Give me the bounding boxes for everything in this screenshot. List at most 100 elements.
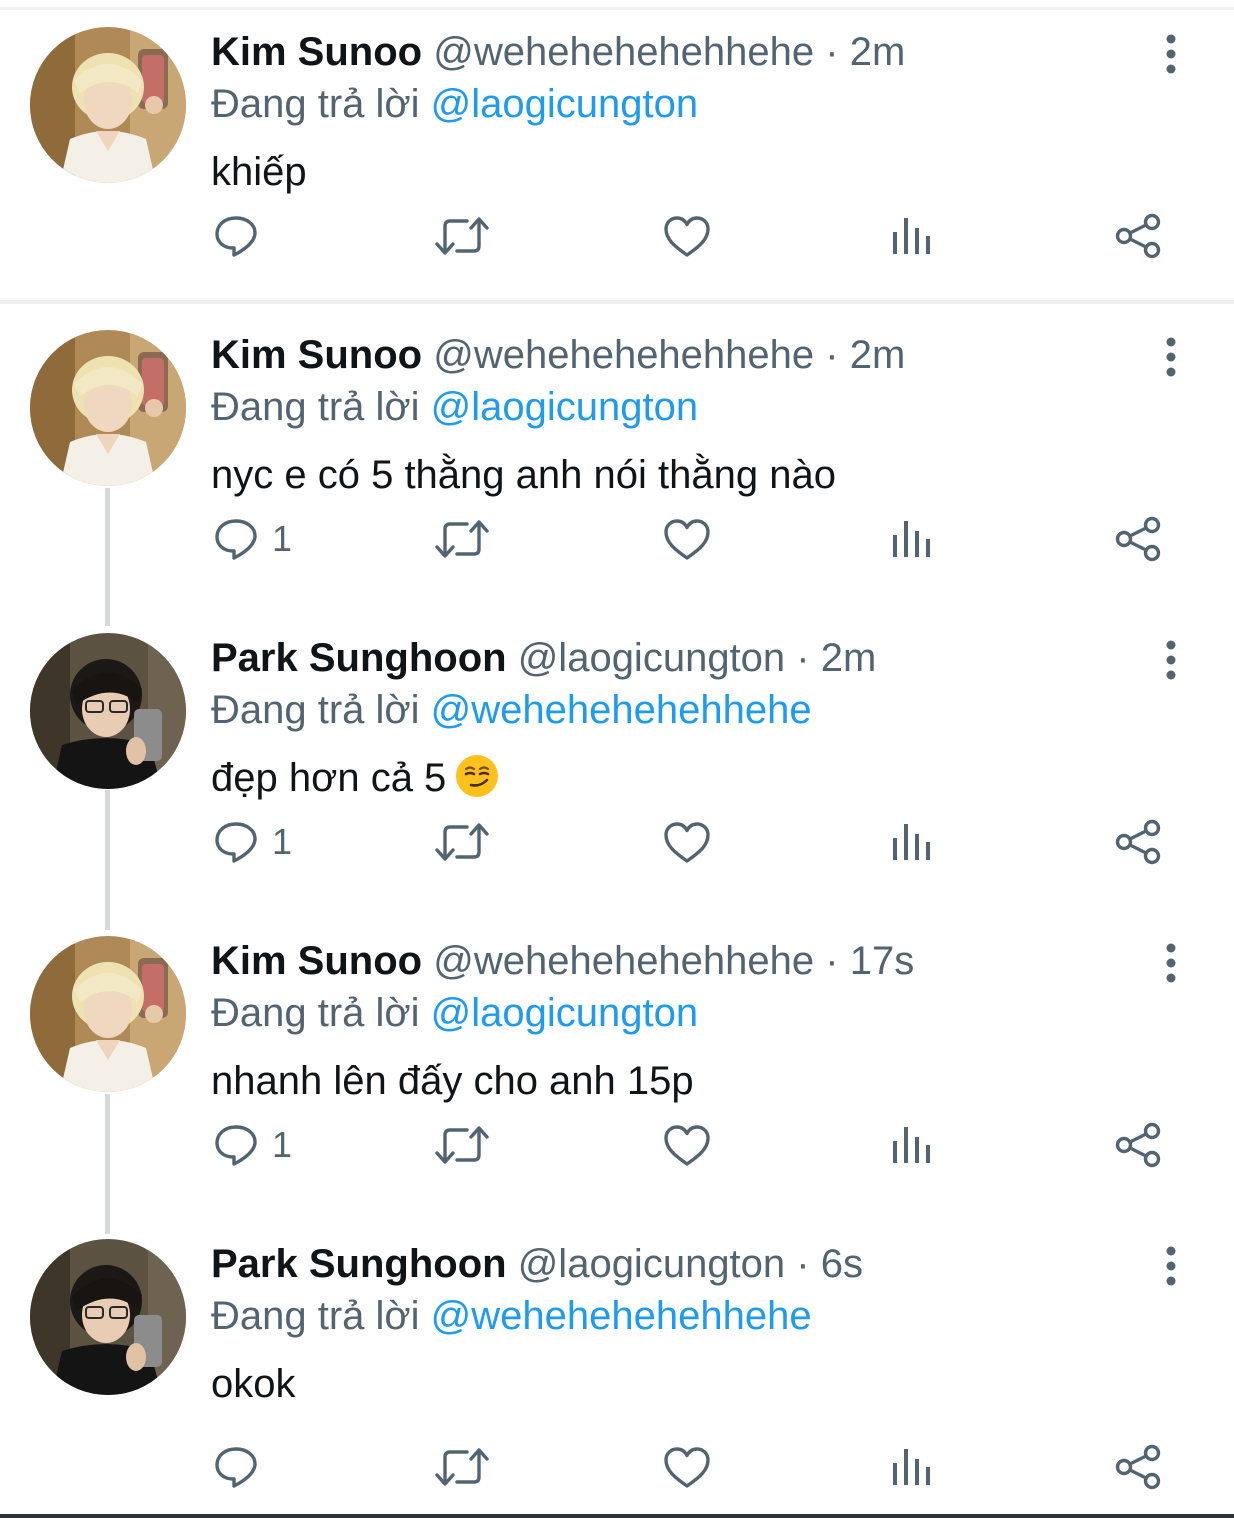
tweet[interactable]: Park Sunghoon @laogicungton · 2m Đang tr… xyxy=(0,606,1234,906)
user-handle[interactable]: @laogicungton xyxy=(518,1242,785,1286)
views-button[interactable] xyxy=(890,812,934,872)
like-button[interactable] xyxy=(662,206,712,266)
mention-link[interactable]: @wehehehehehhehe xyxy=(431,1294,812,1338)
timestamp[interactable]: 2m xyxy=(850,30,906,74)
like-icon xyxy=(662,819,712,865)
retweet-button[interactable] xyxy=(434,1115,490,1175)
tweet-text-content: đẹp hơn cả 5 xyxy=(211,756,447,800)
views-button[interactable] xyxy=(890,1115,934,1175)
share-icon xyxy=(1114,1121,1162,1169)
timestamp[interactable]: 6s xyxy=(821,1242,863,1286)
retweet-button[interactable] xyxy=(434,509,490,569)
tweet-text: khiếp xyxy=(211,150,307,194)
action-bar xyxy=(0,1437,1234,1497)
tweet[interactable]: Kim Sunoo @wehehehehehhehe · 17s Đang tr… xyxy=(0,909,1234,1209)
replying-to-label: Đang trả lời xyxy=(211,991,420,1035)
user-handle[interactable]: @wehehehehehhehe xyxy=(433,333,814,377)
reply-button[interactable]: 1 xyxy=(212,1115,292,1175)
timestamp[interactable]: 17s xyxy=(850,939,915,983)
separator: · xyxy=(796,1242,810,1286)
reply-button[interactable] xyxy=(212,1437,272,1497)
views-icon xyxy=(890,214,934,258)
tweet-text: nyc e có 5 thằng anh nói thằng nào xyxy=(211,453,836,497)
tweet-header: Park Sunghoon @laogicungton · 2m xyxy=(211,632,876,684)
user-handle[interactable]: @wehehehehehhehe xyxy=(433,939,814,983)
like-icon xyxy=(662,1444,712,1490)
mention-link[interactable]: @wehehehehehhehe xyxy=(431,688,812,732)
reply-button[interactable]: 1 xyxy=(212,812,292,872)
like-icon xyxy=(662,516,712,562)
blonde-avatar xyxy=(30,936,186,1092)
reply-button[interactable] xyxy=(212,206,272,266)
reply-icon xyxy=(212,1443,260,1491)
avatar[interactable] xyxy=(30,1239,186,1395)
more-options-icon[interactable] xyxy=(1154,638,1188,682)
user-handle[interactable]: @laogicungton xyxy=(518,636,785,680)
dark-hair-avatar xyxy=(30,633,186,789)
tweet-text: okok xyxy=(211,1362,296,1406)
like-button[interactable] xyxy=(662,1437,712,1497)
views-button[interactable] xyxy=(890,1437,934,1497)
tweet-text: nhanh lên đấy cho anh 15p xyxy=(211,1059,694,1103)
like-button[interactable] xyxy=(662,509,712,569)
separator: · xyxy=(825,939,839,983)
share-button[interactable] xyxy=(1114,1115,1162,1175)
views-icon xyxy=(890,1445,934,1489)
retweet-icon xyxy=(434,212,490,260)
tweet[interactable]: Kim Sunoo @wehehehehehhehe · 2m Đang trả… xyxy=(0,303,1234,603)
replying-to: Đang trả lời @laogicungton xyxy=(211,78,698,130)
display-name[interactable]: Park Sunghoon xyxy=(211,1242,507,1286)
display-name[interactable]: Kim Sunoo xyxy=(211,939,422,983)
more-options-icon[interactable] xyxy=(1154,941,1188,985)
more-options-icon[interactable] xyxy=(1154,32,1188,76)
reply-icon xyxy=(212,515,260,563)
like-icon xyxy=(662,213,712,259)
share-button[interactable] xyxy=(1114,812,1162,872)
tweet-header: Kim Sunoo @wehehehehehhehe · 17s xyxy=(211,935,914,987)
timestamp[interactable]: 2m xyxy=(850,333,906,377)
retweet-button[interactable] xyxy=(434,206,490,266)
avatar[interactable] xyxy=(30,936,186,1092)
display-name[interactable]: Kim Sunoo xyxy=(211,30,422,74)
views-button[interactable] xyxy=(890,206,934,266)
like-button[interactable] xyxy=(662,812,712,872)
separator: · xyxy=(825,333,839,377)
user-handle[interactable]: @wehehehehehhehe xyxy=(433,30,814,74)
replying-to-label: Đang trả lời xyxy=(211,82,420,126)
separator: · xyxy=(825,30,839,74)
tweet[interactable]: Kim Sunoo @wehehehehehhehe · 2m Đang trả… xyxy=(0,0,1234,300)
share-button[interactable] xyxy=(1114,206,1162,266)
reply-count: 1 xyxy=(272,1124,293,1165)
separator: · xyxy=(796,636,810,680)
share-icon xyxy=(1114,515,1162,563)
action-bar xyxy=(0,206,1234,266)
avatar[interactable] xyxy=(30,330,186,486)
reply-button[interactable]: 1 xyxy=(212,509,292,569)
display-name[interactable]: Kim Sunoo xyxy=(211,333,422,377)
avatar[interactable] xyxy=(30,27,186,183)
tweet-header: Kim Sunoo @wehehehehehhehe · 2m xyxy=(211,26,905,78)
avatar[interactable] xyxy=(30,633,186,789)
share-button[interactable] xyxy=(1114,1437,1162,1497)
replying-to: Đang trả lời @laogicungton xyxy=(211,987,698,1039)
share-icon xyxy=(1114,818,1162,866)
mention-link[interactable]: @laogicungton xyxy=(431,991,698,1035)
reply-count: 1 xyxy=(272,821,293,862)
share-button[interactable] xyxy=(1114,509,1162,569)
retweet-button[interactable] xyxy=(434,812,490,872)
blonde-avatar xyxy=(30,27,186,183)
like-button[interactable] xyxy=(662,1115,712,1175)
display-name[interactable]: Park Sunghoon xyxy=(211,636,507,680)
timestamp[interactable]: 2m xyxy=(821,636,877,680)
tweet-header: Park Sunghoon @laogicungton · 6s xyxy=(211,1238,863,1290)
views-button[interactable] xyxy=(890,509,934,569)
tweet-text: đẹp hơn cả 5 xyxy=(211,752,500,804)
more-options-icon[interactable] xyxy=(1154,335,1188,379)
retweet-button[interactable] xyxy=(434,1437,490,1497)
mention-link[interactable]: @laogicungton xyxy=(431,82,698,126)
blonde-avatar xyxy=(30,330,186,486)
tweet[interactable]: Park Sunghoon @laogicungton · 6s Đang tr… xyxy=(0,1212,1234,1512)
more-options-icon[interactable] xyxy=(1154,1244,1188,1288)
reply-icon xyxy=(212,1121,260,1169)
mention-link[interactable]: @laogicungton xyxy=(431,385,698,429)
